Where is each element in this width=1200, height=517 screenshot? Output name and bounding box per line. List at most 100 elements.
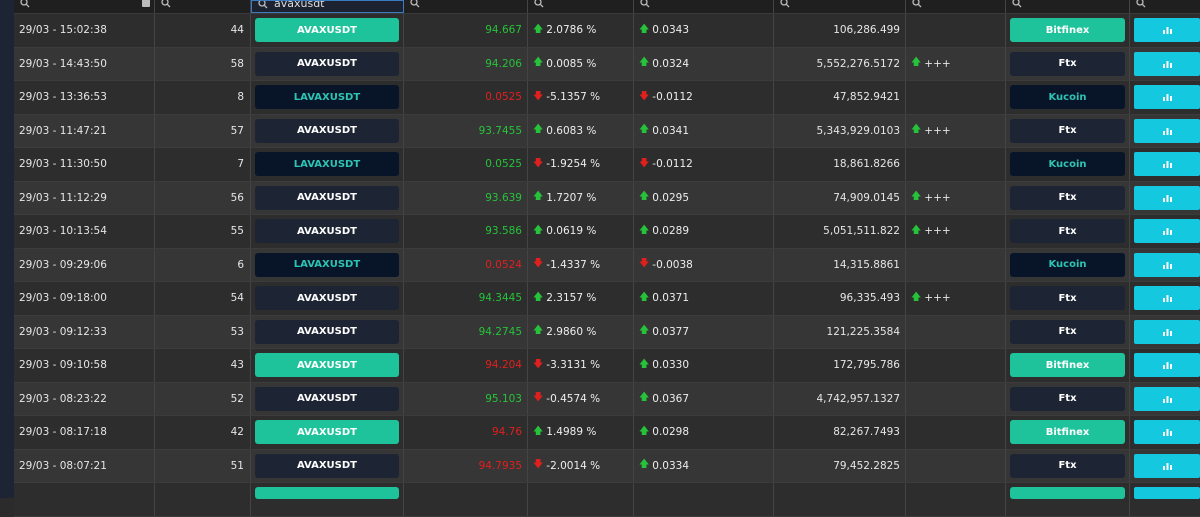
delta-text: 0.0295 (652, 191, 690, 204)
arrow-up-icon: 🡅 (639, 224, 650, 236)
id-text: 43 (230, 359, 244, 372)
chart-button[interactable] (1134, 252, 1200, 277)
filter-volume[interactable] (774, 0, 906, 13)
pair-pill[interactable]: AVAXUSDT (255, 386, 399, 411)
pair-pill[interactable]: AVAXUSDT (255, 185, 399, 210)
table-row-partial (14, 483, 1200, 517)
exchange-pill[interactable]: Kucoin (1010, 152, 1125, 177)
signal-cell (906, 449, 1006, 482)
chart-button[interactable] (1134, 219, 1200, 244)
chart-button[interactable] (1134, 152, 1200, 177)
exchange-pill[interactable]: Ftx (1010, 319, 1125, 344)
filter-signal[interactable] (906, 0, 1006, 13)
chart-button[interactable] (1134, 353, 1200, 378)
signal-text: +++ (924, 191, 951, 204)
pair-pill[interactable]: AVAXUSDT (255, 118, 399, 143)
signal-text: +++ (924, 124, 951, 137)
pair-pill[interactable]: AVAXUSDT (255, 353, 399, 378)
chart-button[interactable] (1134, 487, 1200, 499)
chart-button[interactable] (1134, 286, 1200, 311)
pair-pill[interactable]: AVAXUSDT (255, 18, 399, 43)
chart-button[interactable] (1134, 51, 1200, 76)
pair-pill[interactable]: AVAXUSDT (255, 453, 399, 478)
price-cell: 95.103 (404, 382, 528, 415)
filter-pair-input[interactable]: avaxusdt (251, 0, 404, 13)
exchange-pill[interactable]: Bitfinex (1010, 353, 1125, 378)
bar-chart-icon (1162, 429, 1172, 437)
filter-number[interactable] (155, 0, 251, 13)
id-cell: 42 (155, 416, 251, 449)
filter-delta[interactable] (634, 0, 774, 13)
pair-pill[interactable]: AVAXUSDT (255, 219, 399, 244)
exchange-pill[interactable]: Ftx (1010, 118, 1125, 143)
exchange-pill[interactable]: Ftx (1010, 286, 1125, 311)
id-cell: 8 (155, 81, 251, 114)
column-menu-icon[interactable] (142, 0, 150, 7)
filter-chart[interactable] (1130, 0, 1200, 13)
chart-button[interactable] (1134, 319, 1200, 344)
exchange-pill[interactable]: Kucoin (1010, 252, 1125, 277)
pair-pill[interactable]: LAVAXUSDT (255, 252, 399, 277)
exchange-pill[interactable]: Ftx (1010, 453, 1125, 478)
price-text: 94.667 (485, 24, 522, 37)
id-text: 52 (230, 392, 244, 405)
arrow-up-icon: 🡅 (533, 325, 544, 337)
filter-percent[interactable] (528, 0, 634, 13)
percent-cell: 🡇 -0.4574 % (528, 382, 634, 415)
pair-pill[interactable]: LAVAXUSDT (255, 85, 399, 110)
delta-cell: 🡅 0.0341 (634, 114, 774, 147)
pair-cell: AVAXUSDT (251, 315, 404, 348)
chart-button[interactable] (1134, 420, 1200, 445)
pair-pill[interactable]: LAVAXUSDT (255, 152, 399, 177)
arrow-up-icon: 🡅 (911, 124, 922, 136)
arrow-up-icon: 🡅 (533, 124, 544, 136)
table-row: 29/03 - 08:17:18 42 AVAXUSDT 94.76 🡅 1.4989 %… (14, 416, 1200, 450)
filter-pair-value[interactable]: avaxusdt (274, 1, 325, 10)
exchange-pill[interactable]: Bitfinex (1010, 420, 1125, 445)
pair-pill[interactable]: AVAXUSDT (255, 420, 399, 445)
exchange-pill[interactable]: Ftx (1010, 51, 1125, 76)
time-text: 29/03 - 13:36:53 (19, 91, 107, 104)
exchange-pill[interactable]: Ftx (1010, 185, 1125, 210)
chart-button[interactable] (1134, 185, 1200, 210)
pair-pill[interactable]: AVAXUSDT (255, 286, 399, 311)
exchange-pill[interactable] (1010, 487, 1125, 499)
pair-pill[interactable]: AVAXUSDT (255, 319, 399, 344)
filter-time[interactable] (14, 0, 155, 13)
exchange-pill[interactable]: Ftx (1010, 219, 1125, 244)
exchange-cell: Ftx (1006, 282, 1130, 315)
chart-button[interactable] (1134, 18, 1200, 43)
pair-pill[interactable] (255, 487, 399, 499)
filter-price[interactable] (404, 0, 528, 13)
chart-button[interactable] (1134, 453, 1200, 478)
delta-text: -0.0038 (652, 258, 693, 271)
pair-label: AVAXUSDT (296, 393, 357, 405)
time-cell: 29/03 - 09:12:33 (14, 315, 155, 348)
pair-pill[interactable]: AVAXUSDT (255, 51, 399, 76)
table-row: 29/03 - 13:36:53 8 LAVAXUSDT 0.0525 🡇 -5.1357… (14, 81, 1200, 115)
exchange-cell: Kucoin (1006, 81, 1130, 114)
id-text: 53 (230, 325, 244, 338)
filter-exchange[interactable] (1006, 0, 1130, 13)
delta-cell: 🡅 0.0334 (634, 449, 774, 482)
price-cell: 94.76 (404, 416, 528, 449)
price-text: 93.586 (485, 225, 522, 238)
chart-button[interactable] (1134, 386, 1200, 411)
delta-text: 0.0330 (652, 359, 690, 372)
exchange-pill[interactable]: Bitfinex (1010, 18, 1125, 43)
chart-button[interactable] (1134, 85, 1200, 110)
pair-label: AVAXUSDT (296, 125, 357, 137)
table-row: 29/03 - 08:07:21 51 AVAXUSDT 94.7935 🡇 -2.001… (14, 449, 1200, 483)
id-text: 56 (230, 191, 244, 204)
id-cell: 58 (155, 47, 251, 80)
delta-text: -0.0112 (652, 91, 693, 104)
chart-button[interactable] (1134, 118, 1200, 143)
id-text: 42 (230, 426, 244, 439)
exchange-pill[interactable]: Ftx (1010, 386, 1125, 411)
pair-cell: LAVAXUSDT (251, 81, 404, 114)
percent-cell: 🡅 0.0085 % (528, 47, 634, 80)
signal-cell (906, 349, 1006, 382)
arrow-up-icon: 🡅 (639, 358, 650, 370)
exchange-pill[interactable]: Kucoin (1010, 85, 1125, 110)
delta-cell: 🡅 0.0371 (634, 282, 774, 315)
